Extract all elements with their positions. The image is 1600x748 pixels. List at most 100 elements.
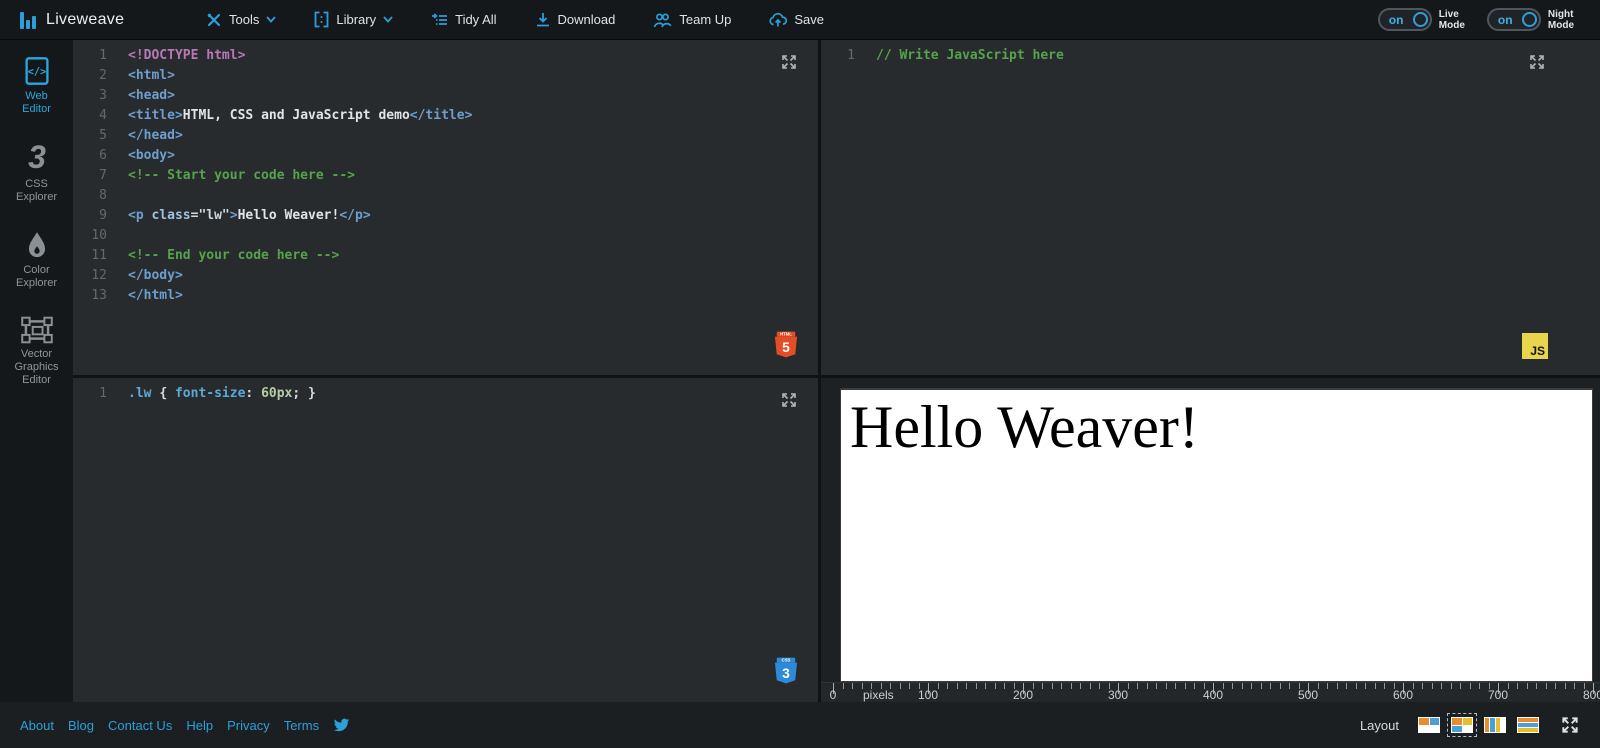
save-icon [769, 12, 788, 26]
chevron-down-icon [383, 16, 393, 23]
sidebar-item-label: Web Editor [22, 90, 51, 115]
vector-editor-icon [20, 316, 53, 344]
ruler-tick [1431, 683, 1433, 689]
code-line[interactable]: 2 <html> [73, 66, 818, 86]
menu-label: Save [794, 12, 825, 27]
ruler-tick-label: 200 [1012, 688, 1034, 702]
ruler-tick [1289, 683, 1290, 689]
ruler-tick [1327, 683, 1328, 689]
line-number: 1 [99, 48, 107, 63]
ruler-tick [1127, 683, 1129, 689]
html-editor-panel[interactable]: 1 <!DOCTYPE html> 2 <html> 3 <head> 4 <title>HT… [73, 40, 818, 375]
menu-item-library[interactable]: Library [314, 11, 393, 28]
ruler-tick [1479, 683, 1480, 689]
svg-text:CSS: CSS [782, 658, 791, 663]
download-icon [536, 12, 549, 26]
code-line[interactable]: 1 .lw { font-size: 60px; } [73, 384, 818, 404]
color-explorer-icon [28, 232, 45, 258]
svg-text:</>: </> [27, 66, 46, 78]
line-number: 2 [99, 68, 107, 83]
expand-icon[interactable] [1528, 53, 1546, 71]
expand-icon[interactable] [780, 53, 798, 71]
sidebar-item-web-editor[interactable]: </> Web Editor [22, 56, 51, 116]
toggle-state: on [1497, 12, 1513, 27]
live-mode-switch[interactable]: on [1377, 8, 1432, 31]
ruler-tick [842, 683, 844, 689]
html5-badge-icon: HTML 5 [774, 331, 798, 358]
footer-link-blog[interactable]: Blog [68, 718, 94, 733]
editor-panels: 1 <!DOCTYPE html> 2 <html> 3 <head> 4 <title>HT… [73, 40, 1600, 702]
menu-item-save[interactable]: Save [769, 12, 824, 28]
ruler-tick [1032, 683, 1034, 689]
layout-option-top-split-icon[interactable] [1418, 717, 1440, 733]
code-line[interactable]: 11 <!-- End your code here --> [73, 246, 818, 266]
layout-option-columns-icon[interactable] [1484, 717, 1506, 733]
html-code-area[interactable]: 1 <!DOCTYPE html> 2 <html> 3 <head> 4 <title>HT… [73, 46, 818, 306]
live-mode-toggle[interactable]: on Live Mode [1377, 8, 1465, 31]
ruler-tick [1251, 683, 1252, 689]
code-line[interactable]: 13 </html> [73, 286, 818, 306]
chevron-down-icon [266, 16, 277, 23]
line-number: 7 [99, 168, 107, 183]
night-mode-toggle[interactable]: on Night Mode [1486, 8, 1574, 31]
sidebar-item-vector-editor[interactable]: Vector Graphics Editor [14, 316, 59, 387]
layout-option-quad-icon[interactable] [1447, 713, 1477, 737]
ruler-tick [1384, 683, 1385, 689]
menu-item-download[interactable]: Download [535, 12, 615, 28]
code-line[interactable]: 3 <head> [73, 86, 818, 106]
code-line[interactable]: 12 </body> [73, 266, 818, 286]
ruler-tick [994, 683, 996, 689]
ruler-tick [1222, 683, 1224, 689]
ruler-tick-label: 800 [1582, 688, 1600, 702]
ruler-tick [1536, 683, 1537, 689]
css-editor-panel[interactable]: 1 .lw { font-size: 60px; } CSS 3 [73, 378, 818, 702]
js-badge-icon: JS [1522, 333, 1548, 359]
footer-link-help[interactable]: Help [186, 718, 213, 733]
footer-link-contact[interactable]: Contact Us [108, 718, 172, 733]
ruler-tick [985, 683, 986, 689]
menu-item-team-up[interactable]: Team Up [653, 12, 731, 28]
preview-panel: Hello Weaver! 0 100 200 300 400 500 600 700 800 p… [821, 378, 1600, 702]
ruler-tick [1232, 683, 1233, 689]
code-line[interactable]: 9 <p class="lw">Hello Weaver!</p> [73, 206, 818, 226]
css-code-area[interactable]: 1 .lw { font-size: 60px; } [73, 384, 818, 404]
ruler-tick [1061, 683, 1062, 689]
footer-link-privacy[interactable]: Privacy [227, 718, 270, 733]
mode-toggles: on Live Mode on Night Mode [1377, 8, 1600, 31]
expand-icon[interactable] [780, 391, 798, 409]
ruler-tick [1099, 683, 1100, 689]
night-mode-label: Night Mode [1547, 8, 1574, 31]
svg-text:3: 3 [28, 142, 46, 174]
ruler-tick [1279, 683, 1281, 689]
ruler-tick [1317, 683, 1319, 689]
sidebar-item-css-explorer[interactable]: 3 CSS Explorer [16, 142, 57, 204]
code-line[interactable]: 1// Write JavaScript here [821, 46, 1600, 66]
ruler-tick-label: 300 [1107, 688, 1129, 702]
footer-link-terms[interactable]: Terms [284, 718, 319, 733]
twitter-icon[interactable] [333, 718, 350, 733]
code-line[interactable]: 6 <body> [73, 146, 818, 166]
footer-link-about[interactable]: About [20, 718, 54, 733]
js-editor-panel[interactable]: 1// Write JavaScript here JS [821, 40, 1600, 375]
layout-option-rows-icon[interactable] [1517, 717, 1539, 733]
code-line[interactable]: 10 [73, 226, 818, 246]
js-code-area[interactable]: 1// Write JavaScript here [821, 46, 1600, 66]
night-mode-switch[interactable]: on [1486, 8, 1541, 31]
line-number: 1 [99, 386, 107, 401]
live-mode-label: Live Mode [1438, 8, 1465, 31]
menu-item-tidy-all[interactable]: Tidy All [431, 12, 497, 28]
team-up-icon [654, 13, 672, 27]
sidebar-item-color-explorer[interactable]: Color Explorer [16, 230, 57, 290]
brand[interactable]: Liveweave [0, 11, 160, 29]
sidebar-item-label: CSS Explorer [16, 178, 57, 203]
ruler-tick [966, 683, 967, 689]
code-line[interactable]: 4 <title>HTML, CSS and JavaScript demo</t… [73, 106, 818, 126]
code-line[interactable]: 1 <!DOCTYPE html> [73, 46, 818, 66]
menu-label: Tools [229, 12, 260, 27]
line-number: 10 [91, 228, 107, 243]
menu-item-tools[interactable]: Tools [206, 12, 277, 28]
code-line[interactable]: 7 <!-- Start your code here --> [73, 166, 818, 186]
fullscreen-icon[interactable] [1560, 715, 1580, 735]
code-line[interactable]: 8 [73, 186, 818, 206]
code-line[interactable]: 5 </head> [73, 126, 818, 146]
